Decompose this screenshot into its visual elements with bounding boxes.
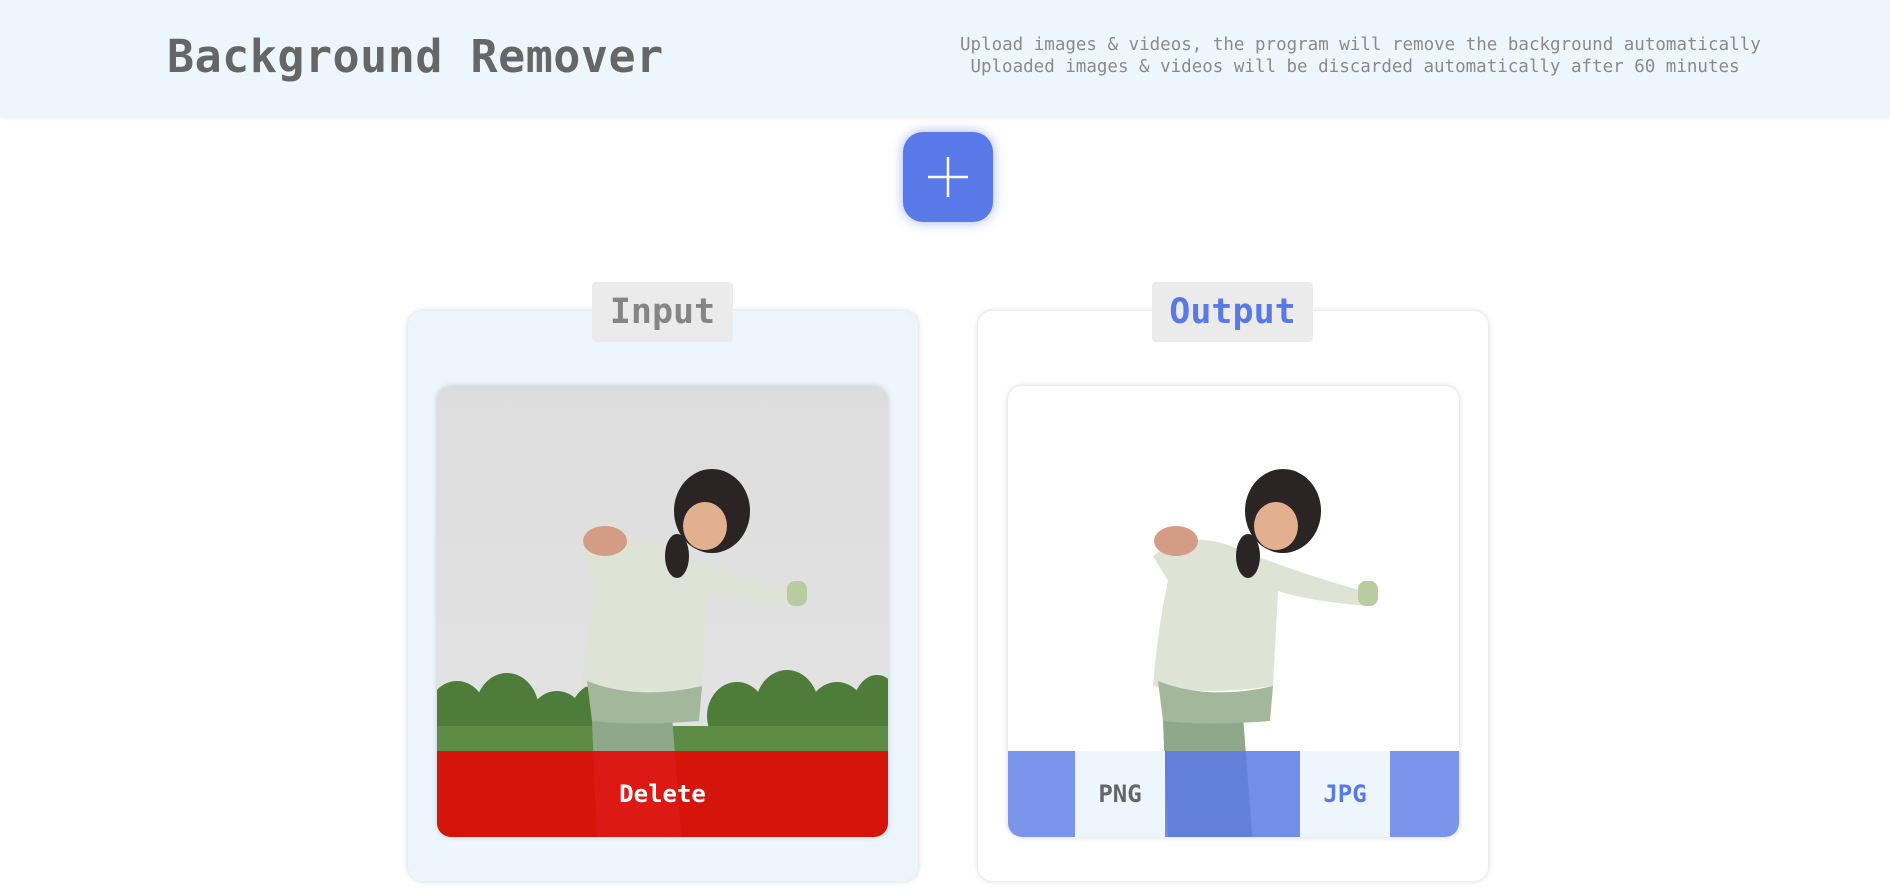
format-bar: PNG JPG: [1008, 751, 1459, 837]
description-line-2: Uploaded images & videos will be discard…: [970, 57, 1740, 77]
format-bar-right: [1390, 751, 1459, 837]
png-download-button[interactable]: PNG: [1075, 751, 1165, 837]
upload-button[interactable]: [903, 132, 993, 222]
app-header: Background Remover Upload images & video…: [0, 0, 1890, 116]
jpg-label: JPG: [1323, 780, 1367, 808]
format-bar-left: [1008, 751, 1075, 837]
delete-button[interactable]: Delete: [437, 751, 888, 837]
plus-icon: [928, 157, 968, 197]
page-title: Background Remover: [167, 30, 664, 83]
output-image: PNG JPG: [1008, 386, 1459, 837]
jpg-download-button[interactable]: JPG: [1300, 751, 1390, 837]
input-label: Input: [592, 282, 733, 342]
output-label: Output: [1152, 282, 1313, 342]
page-description: Upload images & videos, the program will…: [960, 34, 1761, 78]
png-label: PNG: [1098, 780, 1142, 808]
input-image: Delete: [437, 386, 888, 837]
format-bar-middle: [1165, 751, 1300, 837]
description-line-1: Upload images & videos, the program will…: [960, 35, 1761, 55]
